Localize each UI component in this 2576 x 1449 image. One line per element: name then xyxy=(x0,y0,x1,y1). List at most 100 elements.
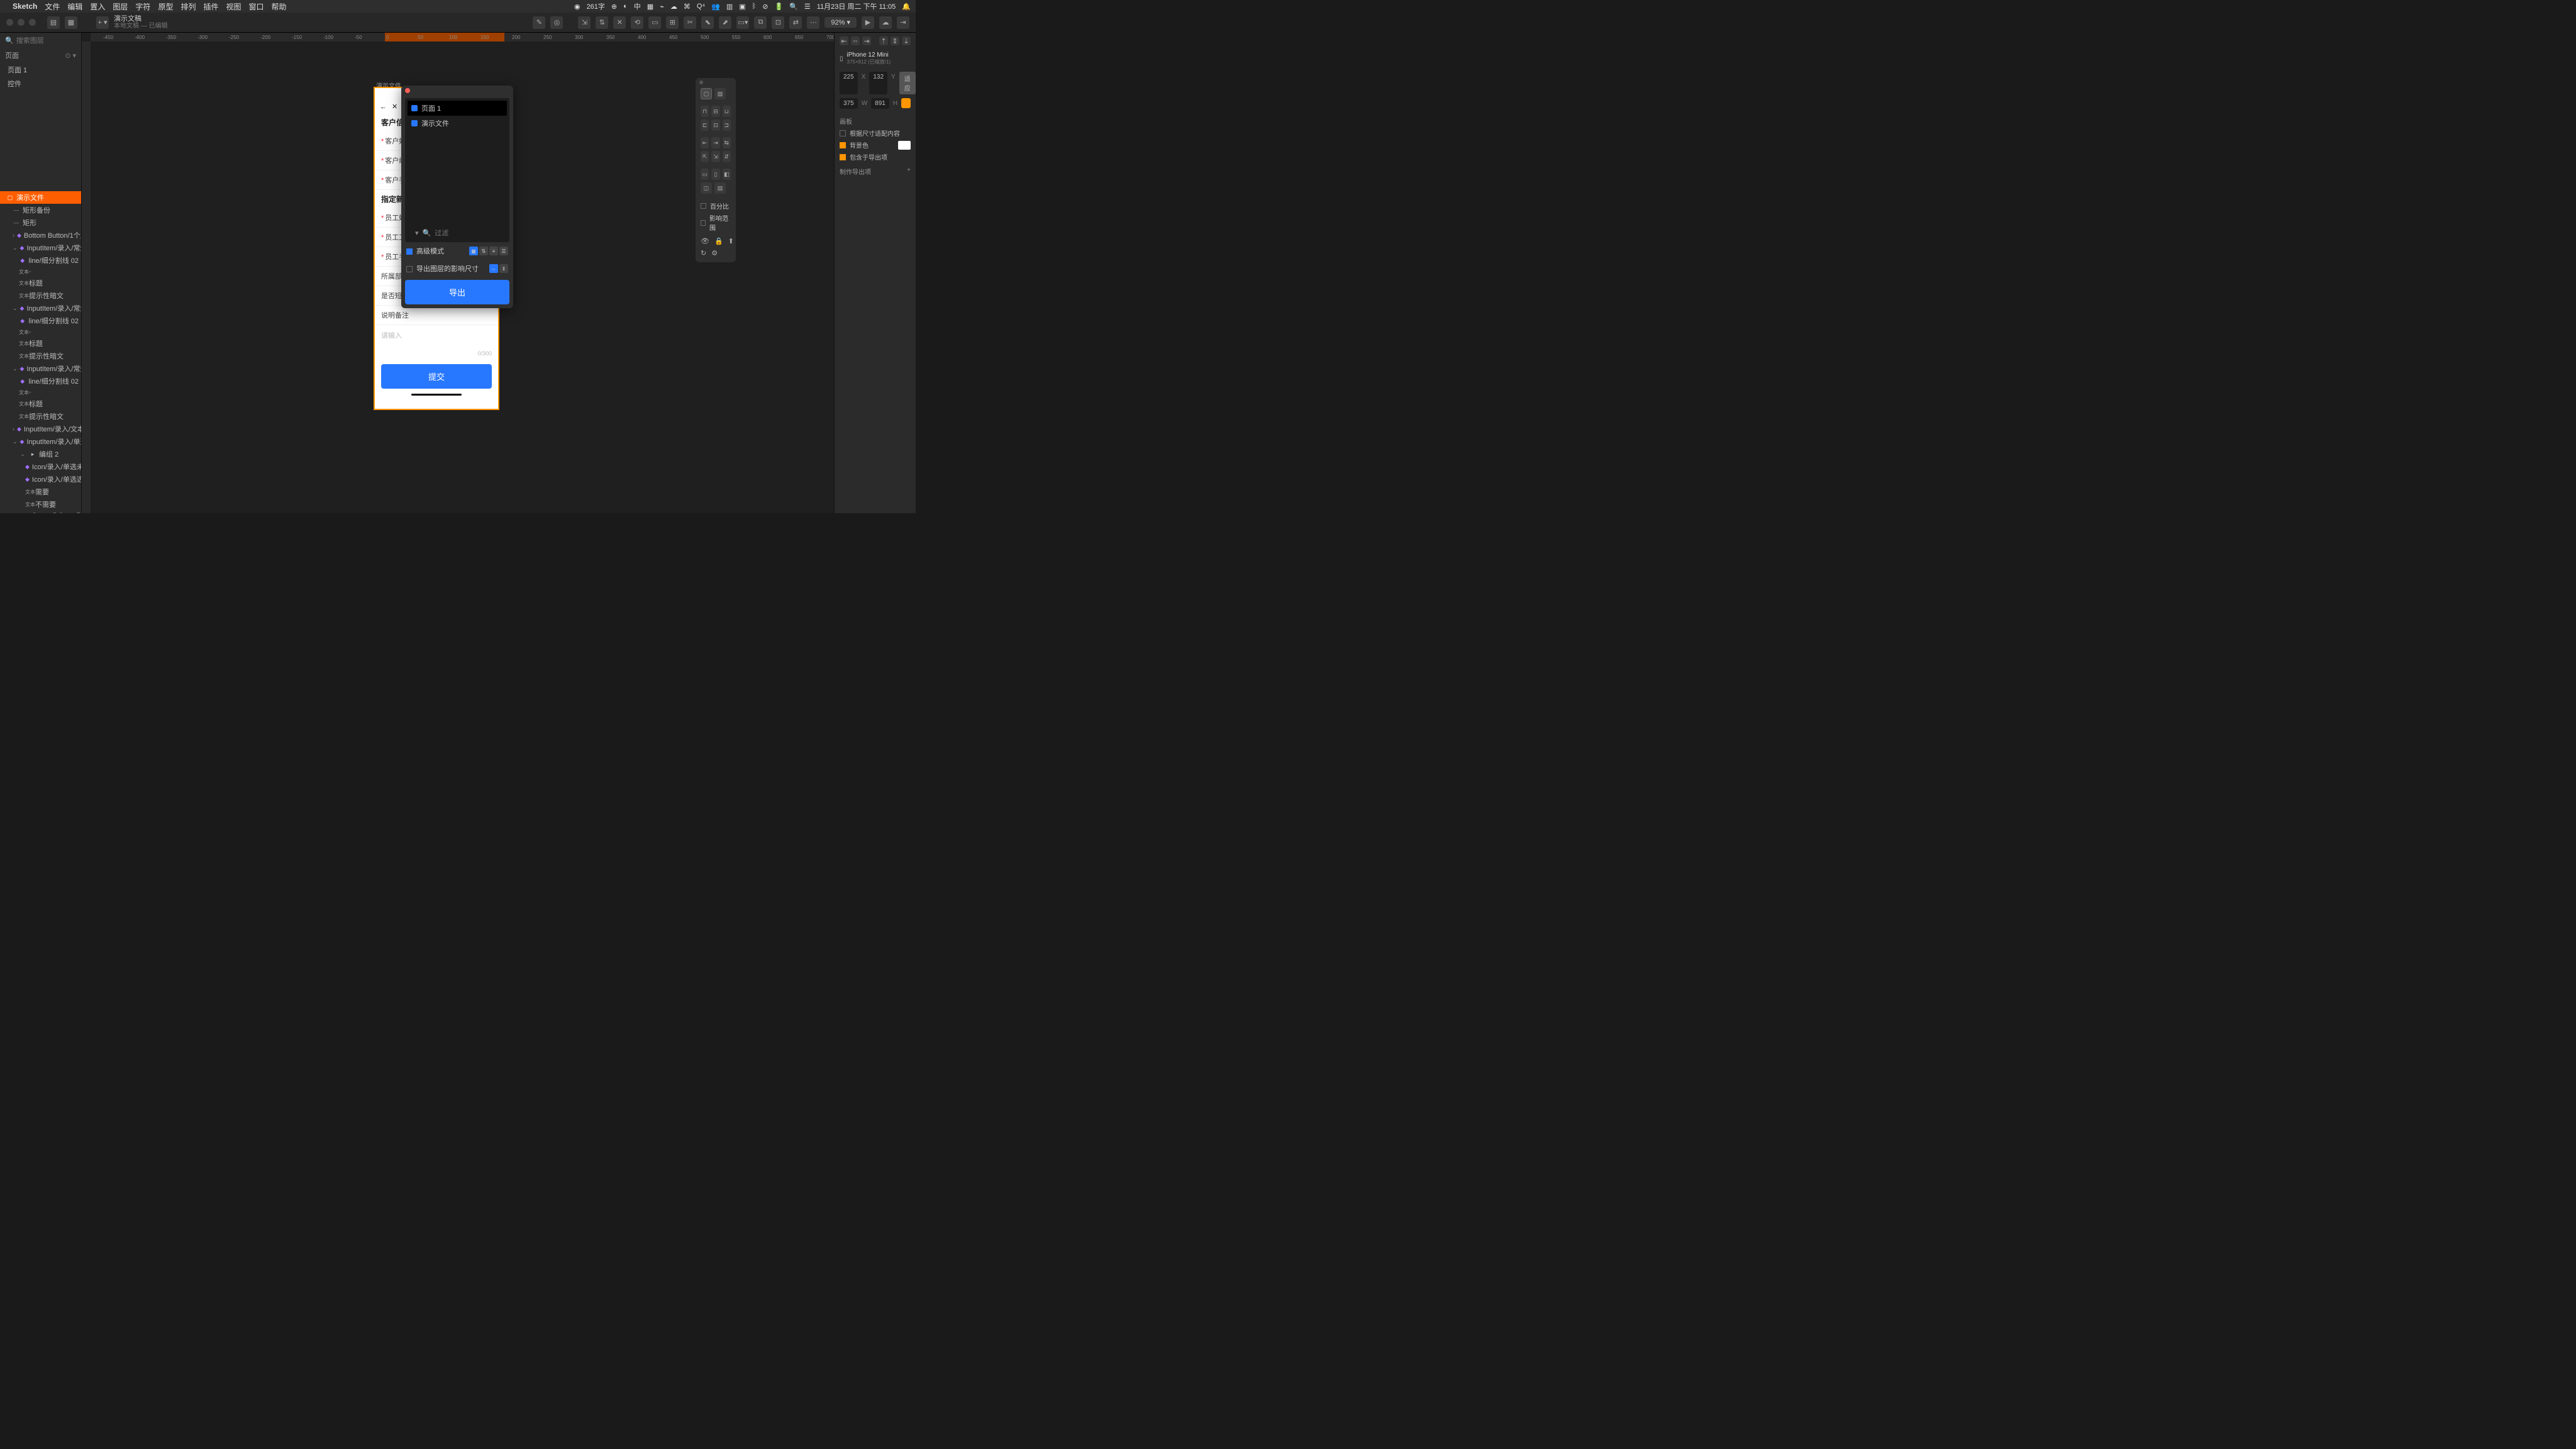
layer-item[interactable]: ◆line/细分割线 02 xyxy=(0,375,81,387)
layer-item[interactable]: ◆Icon/录入/单选未选中备份 xyxy=(0,460,81,473)
pages-gear-icon[interactable]: ⊙ ▾ xyxy=(65,52,76,60)
inspector-toggle-icon[interactable]: ⇥ xyxy=(897,16,909,29)
resize-icon[interactable]: ⇲ xyxy=(711,151,719,162)
device-preset[interactable]: ▯ iPhone 12 Mini 375×812 (已缩放/1) xyxy=(840,49,911,68)
pin-left-icon[interactable]: ⊏ xyxy=(701,119,709,131)
close-icon[interactable]: ✕ xyxy=(392,103,397,111)
wifi-icon[interactable]: ⊘ xyxy=(762,3,768,11)
refresh-icon[interactable]: ↻ xyxy=(701,249,706,257)
layer-item[interactable]: ⌄◆InputItem/录入/常规必填备份 xyxy=(0,302,81,314)
tray-cal-icon[interactable]: ▣ xyxy=(739,3,745,11)
tray-q-icon[interactable]: Q⁴ xyxy=(697,3,705,10)
tool-icon-5[interactable]: ▭ xyxy=(648,16,661,29)
fit-button[interactable]: 适应 xyxy=(899,72,916,94)
y-field[interactable]: 132 xyxy=(869,72,887,94)
layer-item[interactable]: 文本提示性暗文 xyxy=(0,410,81,423)
h-field[interactable]: 891 xyxy=(871,98,889,109)
pin-bottom-icon[interactable]: ⊔ xyxy=(723,106,731,117)
include-export-checkbox[interactable] xyxy=(840,154,846,160)
layer-item[interactable]: ⌄▸编组 2 xyxy=(0,448,81,460)
tray-icon-1[interactable]: ▦ xyxy=(647,3,653,11)
scope-checkbox[interactable] xyxy=(701,220,706,226)
tool-icon-12[interactable]: ⇄ xyxy=(789,16,802,29)
layer-item[interactable]: ⌄◆InputItem/录入/常规必填备... xyxy=(0,242,81,254)
resize-icon[interactable]: ⇤ xyxy=(701,137,709,148)
resize-icon[interactable]: ⇵ xyxy=(723,151,731,162)
w-field[interactable]: 375 xyxy=(840,98,858,109)
status-icon[interactable]: ⊕ xyxy=(611,3,617,11)
insert-button[interactable]: + ▾ xyxy=(96,16,109,29)
layer-item[interactable]: 文本提示性暗文 xyxy=(0,350,81,362)
back-icon[interactable]: ← xyxy=(380,103,387,111)
pencil-icon[interactable]: ✎ xyxy=(533,16,545,29)
layer-item[interactable]: ◆line/细分割线 02 xyxy=(0,254,81,267)
control-center-icon[interactable]: ☰ xyxy=(804,3,811,11)
layer-item[interactable]: 文本标题 xyxy=(0,277,81,289)
ime-indicator[interactable]: 中 xyxy=(634,1,641,11)
bgcolor-checkbox[interactable] xyxy=(840,142,846,148)
submit-button[interactable]: 提交 xyxy=(381,364,492,389)
pin-middle-icon[interactable]: ⊟ xyxy=(711,106,719,117)
checkbox-icon[interactable] xyxy=(411,120,418,126)
popover-list-item[interactable]: 演示文件 xyxy=(408,116,507,131)
tool-icon-7[interactable]: ✂ xyxy=(684,16,696,29)
tool-dropdown[interactable]: ▭▾ xyxy=(736,16,749,29)
resize-content-checkbox[interactable] xyxy=(840,130,846,136)
menu-prototype[interactable]: 原型 xyxy=(158,1,173,12)
window-traffic-lights[interactable] xyxy=(6,19,36,26)
resize-icon[interactable]: ⇱ xyxy=(701,151,709,162)
layer-item[interactable]: 文本· xyxy=(0,267,81,277)
export-size-checkbox[interactable] xyxy=(406,266,413,272)
notifications-icon[interactable]: 🔔 xyxy=(902,3,911,11)
textarea-placeholder[interactable]: 请输入 xyxy=(375,325,498,350)
orientation-swatch[interactable] xyxy=(901,98,911,108)
export-button[interactable]: 导出 xyxy=(405,280,509,304)
menu-view[interactable]: 视图 xyxy=(226,1,241,12)
canvas[interactable]: -550-500-450-400-350-300-250-200-150-100… xyxy=(82,33,834,513)
dist-icon[interactable]: ◧ xyxy=(723,169,731,180)
align-center-icon[interactable]: ⇔ xyxy=(851,36,860,45)
checkbox-icon[interactable] xyxy=(411,105,418,111)
align-bottom-icon[interactable]: ⇣ xyxy=(902,36,911,45)
menu-help[interactable]: 帮助 xyxy=(272,1,287,12)
page-item-2[interactable]: 控件 xyxy=(0,77,81,91)
layer-item[interactable]: ›◆Bottom Button/1个主按钮 xyxy=(0,229,81,242)
resize-icon[interactable]: ⇆ xyxy=(723,137,731,148)
percent-checkbox[interactable] xyxy=(701,203,706,209)
layer-item[interactable]: 文本标题 xyxy=(0,397,81,410)
battery-icon[interactable]: 🔋 xyxy=(774,3,783,11)
layer-item[interactable]: —矩形 xyxy=(0,216,81,229)
add-export-icon[interactable]: + xyxy=(907,167,911,176)
size-mode-icon-1[interactable]: ⇔ xyxy=(489,264,498,273)
form-row[interactable]: 说明备注 xyxy=(375,306,498,325)
play-icon[interactable]: ▶ xyxy=(862,16,874,29)
mode-icon-4[interactable]: ☰ xyxy=(499,247,508,255)
align-top-icon[interactable]: ⇡ xyxy=(879,36,888,45)
dist-icon[interactable]: ▭ xyxy=(701,169,709,180)
bgcolor-swatch[interactable] xyxy=(898,141,911,150)
layer-search[interactable]: 🔍 搜索图层 xyxy=(0,33,81,48)
eye-icon[interactable]: 👁 xyxy=(701,237,709,245)
dist-icon[interactable]: ▯ xyxy=(711,169,719,180)
layer-item[interactable]: 文本不需要 xyxy=(0,498,81,511)
menu-file[interactable]: 文件 xyxy=(45,1,60,12)
popover-list-item[interactable]: 页面 1 xyxy=(408,101,507,116)
cloud-icon[interactable]: ☁ xyxy=(879,16,892,29)
pin-center-icon[interactable]: ⊡ xyxy=(711,119,719,131)
zoom-level[interactable]: 92% ▾ xyxy=(824,17,857,28)
tray-people-icon[interactable]: 👥 xyxy=(711,3,720,11)
bluetooth-icon[interactable]: ᛒ xyxy=(752,3,757,10)
layer-item[interactable]: 文本标题 xyxy=(0,337,81,350)
pin-right-icon[interactable]: ⊐ xyxy=(723,119,731,131)
layer-item[interactable]: ◆Icon/录入/单选选中 xyxy=(0,473,81,486)
tool-icon-8[interactable]: ⬉ xyxy=(701,16,714,29)
menu-layer[interactable]: 图层 xyxy=(113,1,128,12)
menu-edit[interactable]: 编辑 xyxy=(67,1,82,12)
layer-item[interactable]: 文本需要 xyxy=(0,486,81,498)
advanced-checkbox[interactable] xyxy=(406,248,413,255)
mode-icon-3[interactable]: ≡ xyxy=(489,247,498,255)
align-left-icon[interactable]: ⇤ xyxy=(840,36,848,45)
tool-icon-13[interactable]: ⋯ xyxy=(807,16,819,29)
mode-icon-2[interactable]: ⇅ xyxy=(479,247,488,255)
layer-item[interactable]: 文本提示性暗文 xyxy=(0,289,81,302)
